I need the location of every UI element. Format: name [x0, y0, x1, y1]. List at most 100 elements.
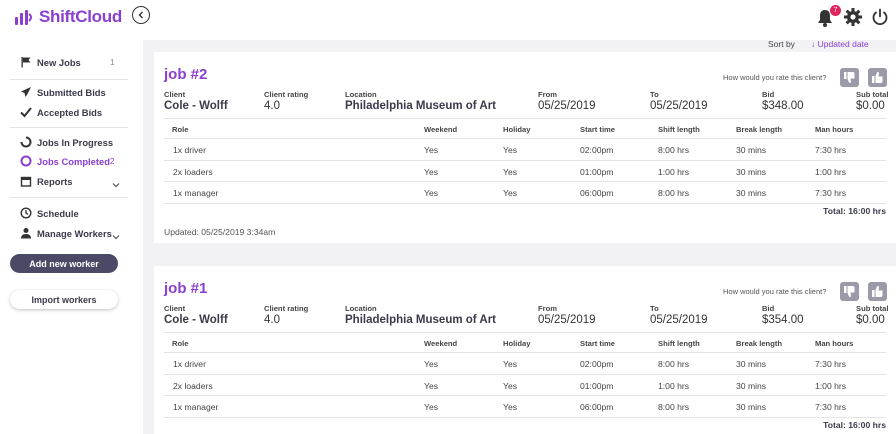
sort-control: Sort by ↓ Updated date: [143, 40, 896, 52]
bid-amount: $348.00: [762, 100, 804, 112]
sidebar-item-jobs-in-progress[interactable]: Jobs In Progress: [0, 132, 143, 152]
sidebar: New Jobs 1 Submitted Bids Accepted Bids …: [0, 40, 143, 434]
sidebar-item-submitted-bids[interactable]: Submitted Bids: [0, 82, 143, 102]
job-title[interactable]: job #1: [164, 280, 207, 297]
sidebar-item-accepted-bids[interactable]: Accepted Bids: [0, 102, 143, 122]
column-header: Holiday: [503, 339, 531, 348]
thumbs-down-icon: [844, 286, 855, 297]
thumbs-down-button[interactable]: [840, 68, 859, 87]
location-name: Philadelphia Museum of Art: [345, 100, 497, 112]
thumbs-up-button[interactable]: [868, 68, 887, 87]
column-header: Shift length: [658, 125, 700, 134]
total-hours: Total: 16:00 hrs: [823, 420, 886, 430]
thumbs-up-button[interactable]: [868, 282, 887, 301]
from-field: From 05/25/2019: [538, 90, 596, 112]
rate-client-question: How would you rate this client?: [723, 287, 827, 296]
collapse-sidebar-button[interactable]: [132, 6, 150, 24]
notifications-button[interactable]: 7: [816, 5, 841, 33]
total-hours: Total: 16:00 hrs: [823, 206, 886, 216]
thumbs-down-icon: [844, 72, 855, 83]
table-row: 1x driver Yes Yes 02:00pm 8:00 hrs 30 mi…: [164, 353, 886, 375]
app-logo[interactable]: ShiftCloud: [14, 7, 122, 27]
sort-dropdown[interactable]: ↓ Updated date: [811, 40, 869, 49]
circle-icon: [20, 155, 32, 167]
calendar-icon: [20, 176, 32, 187]
client-rating: 4.0: [264, 314, 280, 326]
from-date: 05/25/2019: [538, 314, 596, 326]
client-name: Cole - Wolff: [164, 100, 228, 112]
table-row: 1x manager Yes Yes 06:00pm 8:00 hrs 30 m…: [164, 396, 886, 418]
from-date: 05/25/2019: [538, 100, 596, 112]
table-row: 2x loaders Yes Yes 01:00pm 1:00 hrs 30 m…: [164, 375, 886, 396]
column-header: Start time: [580, 339, 616, 348]
thumbs-up-icon: [872, 286, 883, 297]
sub-total-field: Sub total $0.00: [856, 90, 889, 112]
sidebar-divider: [10, 197, 128, 198]
flag-icon: [21, 57, 31, 68]
progress-circle-icon: [20, 136, 32, 148]
from-field: From 05/25/2019: [538, 304, 596, 326]
column-header: Role: [172, 125, 189, 134]
paper-plane-icon: [21, 87, 31, 97]
location-field: Location Philadelphia Museum of Art: [345, 90, 497, 112]
app-name: ShiftCloud: [39, 7, 122, 26]
bid-amount: $354.00: [762, 314, 804, 326]
to-field: To 05/25/2019: [650, 304, 708, 326]
sidebar-item-manage-workers[interactable]: Manage Workers: [0, 223, 143, 243]
table-row: 2x loaders Yes Yes 01:00pm 1:00 hrs 30 m…: [164, 161, 886, 182]
column-header: Role: [172, 339, 189, 348]
client-name: Cole - Wolff: [164, 314, 228, 326]
client-rating-field: Client rating 4.0: [264, 90, 309, 112]
sidebar-item-label: Submitted Bids: [37, 86, 106, 98]
location-name: Philadelphia Museum of Art: [345, 314, 497, 326]
sort-label: Sort by: [768, 40, 795, 49]
to-date: 05/25/2019: [650, 100, 708, 112]
sidebar-divider: [10, 127, 128, 128]
chevron-down-icon: [112, 183, 120, 188]
sidebar-item-label: Accepted Bids: [37, 106, 103, 118]
job-title[interactable]: job #2: [164, 66, 207, 83]
clock-icon: [20, 207, 32, 219]
sub-total-field: Sub total $0.00: [856, 304, 889, 326]
table-header-row: Role Weekend Holiday Start time Shift le…: [164, 332, 886, 353]
table-row: 1x manager Yes Yes 06:00pm 8:00 hrs 30 m…: [164, 182, 886, 204]
sidebar-item-label: Manage Workers: [37, 227, 112, 239]
column-header: Weekend: [424, 339, 458, 348]
sidebar-item-reports[interactable]: Reports: [0, 171, 143, 191]
to-field: To 05/25/2019: [650, 90, 708, 112]
top-bar: ShiftCloud 7: [0, 0, 896, 40]
import-workers-button[interactable]: Import workers: [10, 290, 118, 309]
thumbs-down-button[interactable]: [840, 282, 859, 301]
user-icon: [21, 228, 31, 239]
sub-total-amount: $0.00: [856, 314, 885, 326]
location-field: Location Philadelphia Museum of Art: [345, 304, 497, 326]
updated-timestamp: Updated: 05/25/2019 3:34am: [164, 227, 276, 237]
settings-button[interactable]: [843, 7, 863, 32]
column-header: Break length: [736, 339, 782, 348]
shifts-table: Role Weekend Holiday Start time Shift le…: [164, 332, 886, 418]
main-content: Sort by ↓ Updated date job #2 How would …: [143, 40, 896, 434]
bid-field: Bid $354.00: [762, 304, 804, 326]
client-field: Client Cole - Wolff: [164, 304, 228, 326]
sidebar-item-jobs-completed[interactable]: Jobs Completed 2: [0, 151, 143, 171]
job-card: job #2 How would you rate this client? C…: [154, 52, 896, 243]
gear-icon: [844, 8, 862, 26]
to-date: 05/25/2019: [650, 314, 708, 326]
sidebar-item-count: 2: [110, 156, 115, 166]
checkmark-icon: [20, 107, 32, 118]
sidebar-item-label: Jobs In Progress: [37, 136, 114, 148]
add-new-worker-button[interactable]: Add new worker: [10, 254, 118, 273]
thumbs-up-icon: [872, 72, 883, 83]
notification-badge: 7: [830, 5, 841, 16]
client-rating: 4.0: [264, 100, 280, 112]
sidebar-item-label: New Jobs: [37, 56, 81, 68]
chevron-left-icon: [138, 11, 143, 19]
logo-bars-icon: [15, 10, 32, 25]
logout-button[interactable]: [871, 8, 889, 31]
column-header: Man hours: [815, 125, 854, 134]
column-header: Man hours: [815, 339, 854, 348]
sidebar-item-schedule[interactable]: Schedule: [0, 203, 143, 223]
column-header: Start time: [580, 125, 616, 134]
sidebar-item-new-jobs[interactable]: New Jobs 1: [0, 52, 143, 72]
column-header: Shift length: [658, 339, 700, 348]
